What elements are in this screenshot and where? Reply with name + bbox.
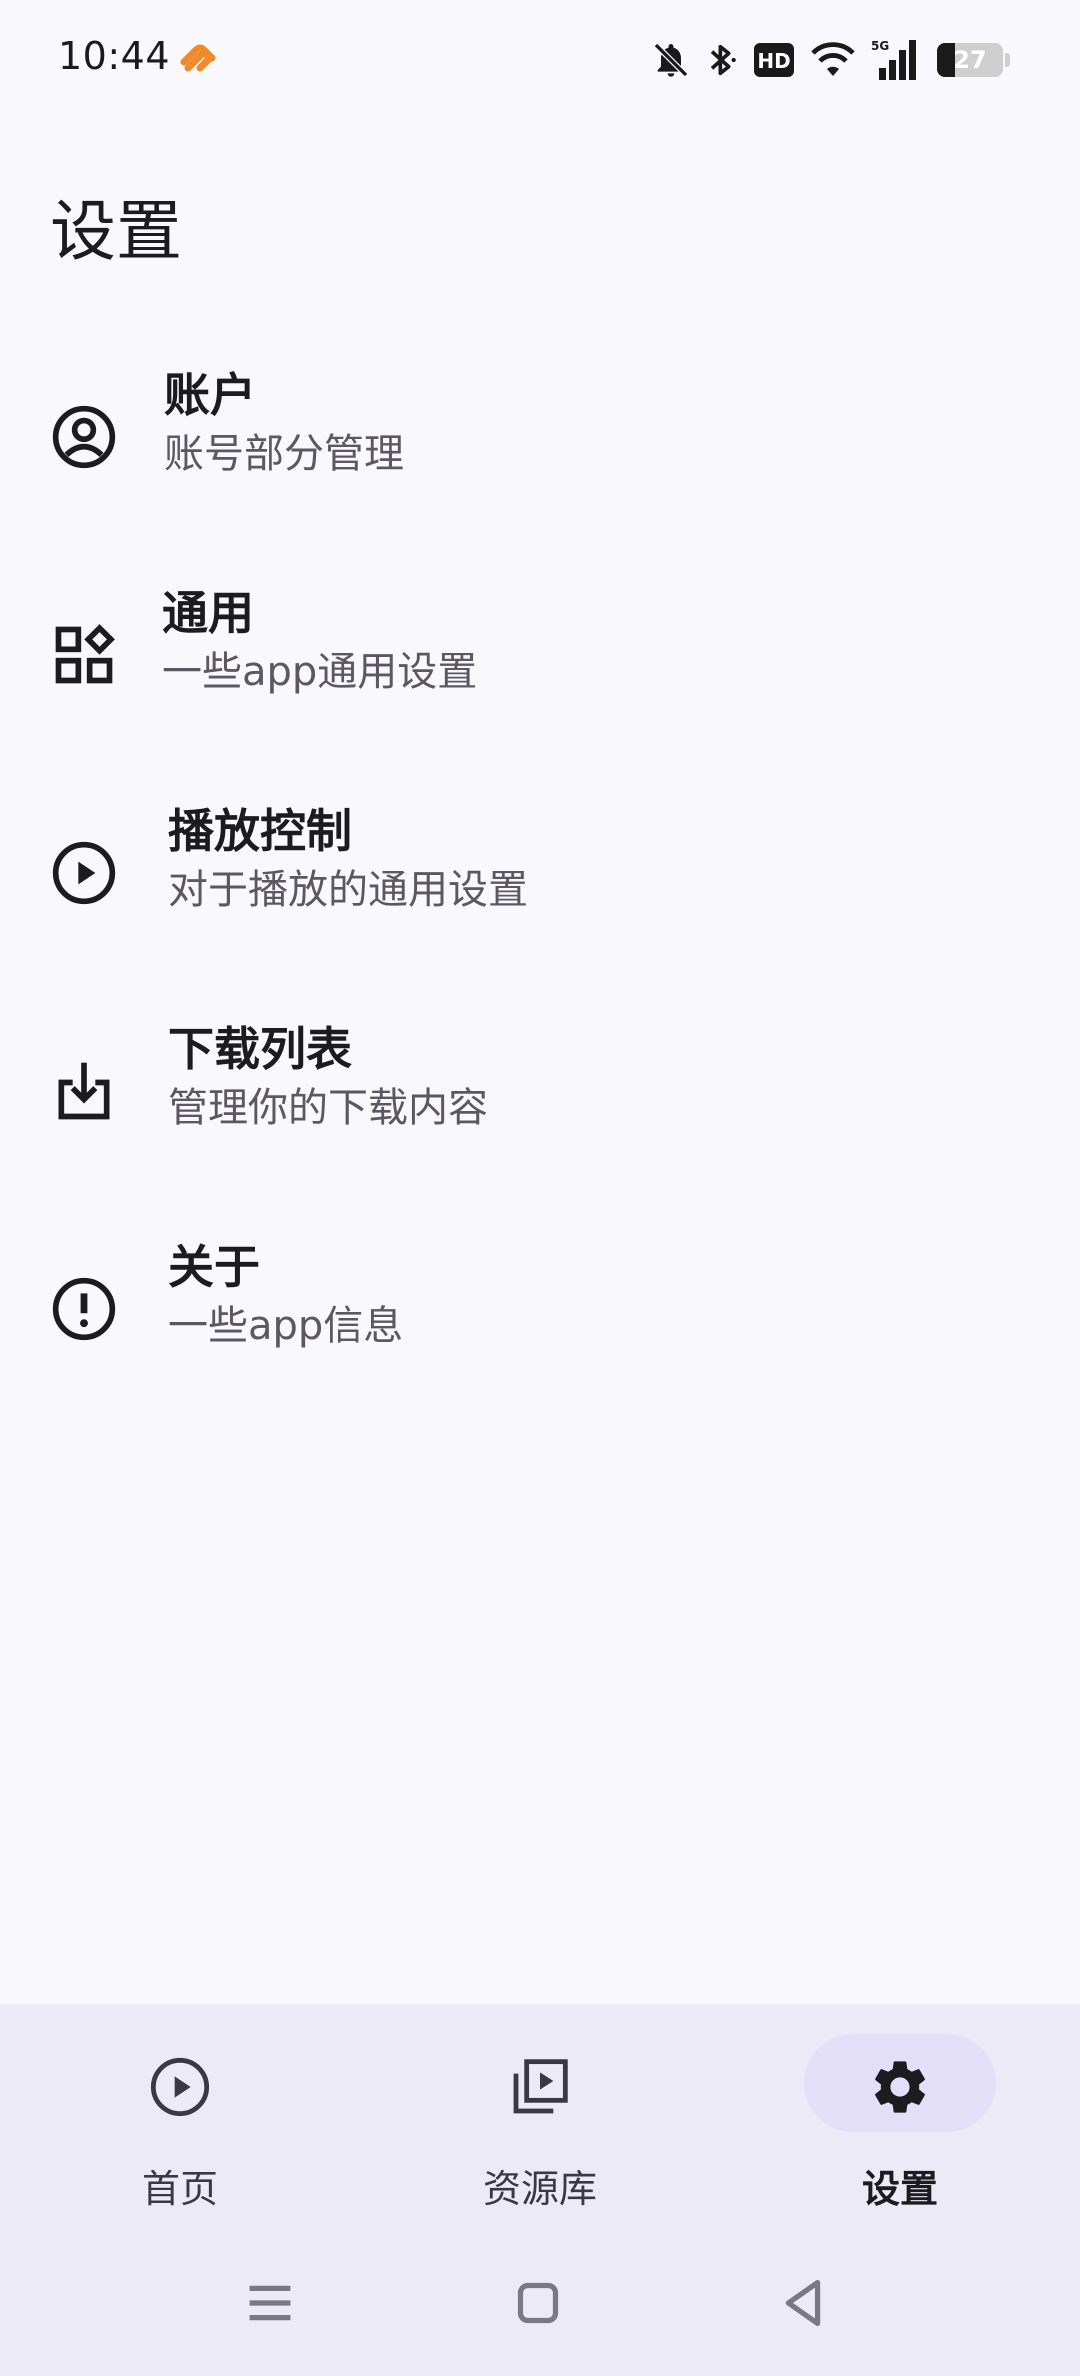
play-circle-icon [52,841,116,905]
video-library-icon [513,2059,568,2114]
settings-item-title: 播放控制 [168,804,352,858]
gear-icon [875,2061,925,2113]
download-icon [58,1062,110,1120]
system-navigation-bar [0,2232,1080,2376]
hd-icon: HD [753,38,795,82]
signal-5g-icon: 5G [871,38,923,82]
settings-item-subtitle: 账号部分管理 [164,431,404,477]
menu-icon[interactable] [235,2268,305,2338]
widgets-icon [55,624,115,684]
battery-tip [1005,53,1010,67]
settings-item-subtitle: 一些app信息 [168,1303,404,1349]
account-circle-icon [52,405,116,469]
home-icon[interactable] [503,2268,573,2338]
status-bar: 10:44 HD 5G 27 [0,0,1080,120]
nav-item-home[interactable]: 首页 [0,2034,360,2214]
nav-label-home: 首页 [141,2167,218,2211]
battery-indicator: 27 [937,43,1003,77]
bottom-navigation: 首页 资源库 设置 [0,2004,1080,2232]
battery-level: 27 [953,46,987,74]
play-circle-icon [150,2057,210,2117]
status-icons: HD 5G 27 [651,34,1010,86]
settings-item-subtitle: 一些app通用设置 [162,649,478,695]
settings-item-title: 关于 [168,1240,260,1294]
settings-item-account[interactable]: 账户 账号部分管理 [0,328,1080,546]
bell-off-icon [651,38,691,82]
bluetooth-icon [705,38,739,82]
nav-label-settings: 设置 [861,2167,938,2211]
settings-item-subtitle: 管理你的下载内容 [168,1085,488,1131]
nav-label-library: 资源库 [482,2167,597,2211]
back-icon[interactable] [768,2268,838,2338]
settings-item-general[interactable]: 通用 一些app通用设置 [0,546,1080,764]
settings-item-title: 下载列表 [168,1022,352,1076]
page-title: 设置 [50,193,182,270]
settings-item-downloads[interactable]: 下载列表 管理你的下载内容 [0,982,1080,1200]
status-time: 10:44 [58,34,171,78]
svg-text:HD: HD [757,49,790,73]
wifi-icon [809,38,857,82]
svg-text:5G: 5G [871,39,889,53]
settings-list: 账户 账号部分管理 通用 一些app通用设置 播放控制 对于播放的通用设置 下载… [0,328,1080,1418]
settings-item-title: 账户 [164,368,256,422]
nav-item-settings[interactable]: 设置 [720,2034,1080,2214]
settings-item-playback[interactable]: 播放控制 对于播放的通用设置 [0,764,1080,982]
settings-item-about[interactable]: 关于 一些app信息 [0,1200,1080,1418]
info-circle-icon [52,1277,116,1341]
orange-heart-app-icon [180,44,216,72]
settings-item-subtitle: 对于播放的通用设置 [168,867,528,913]
nav-item-library[interactable]: 资源库 [360,2034,720,2214]
settings-item-title: 通用 [162,586,254,640]
